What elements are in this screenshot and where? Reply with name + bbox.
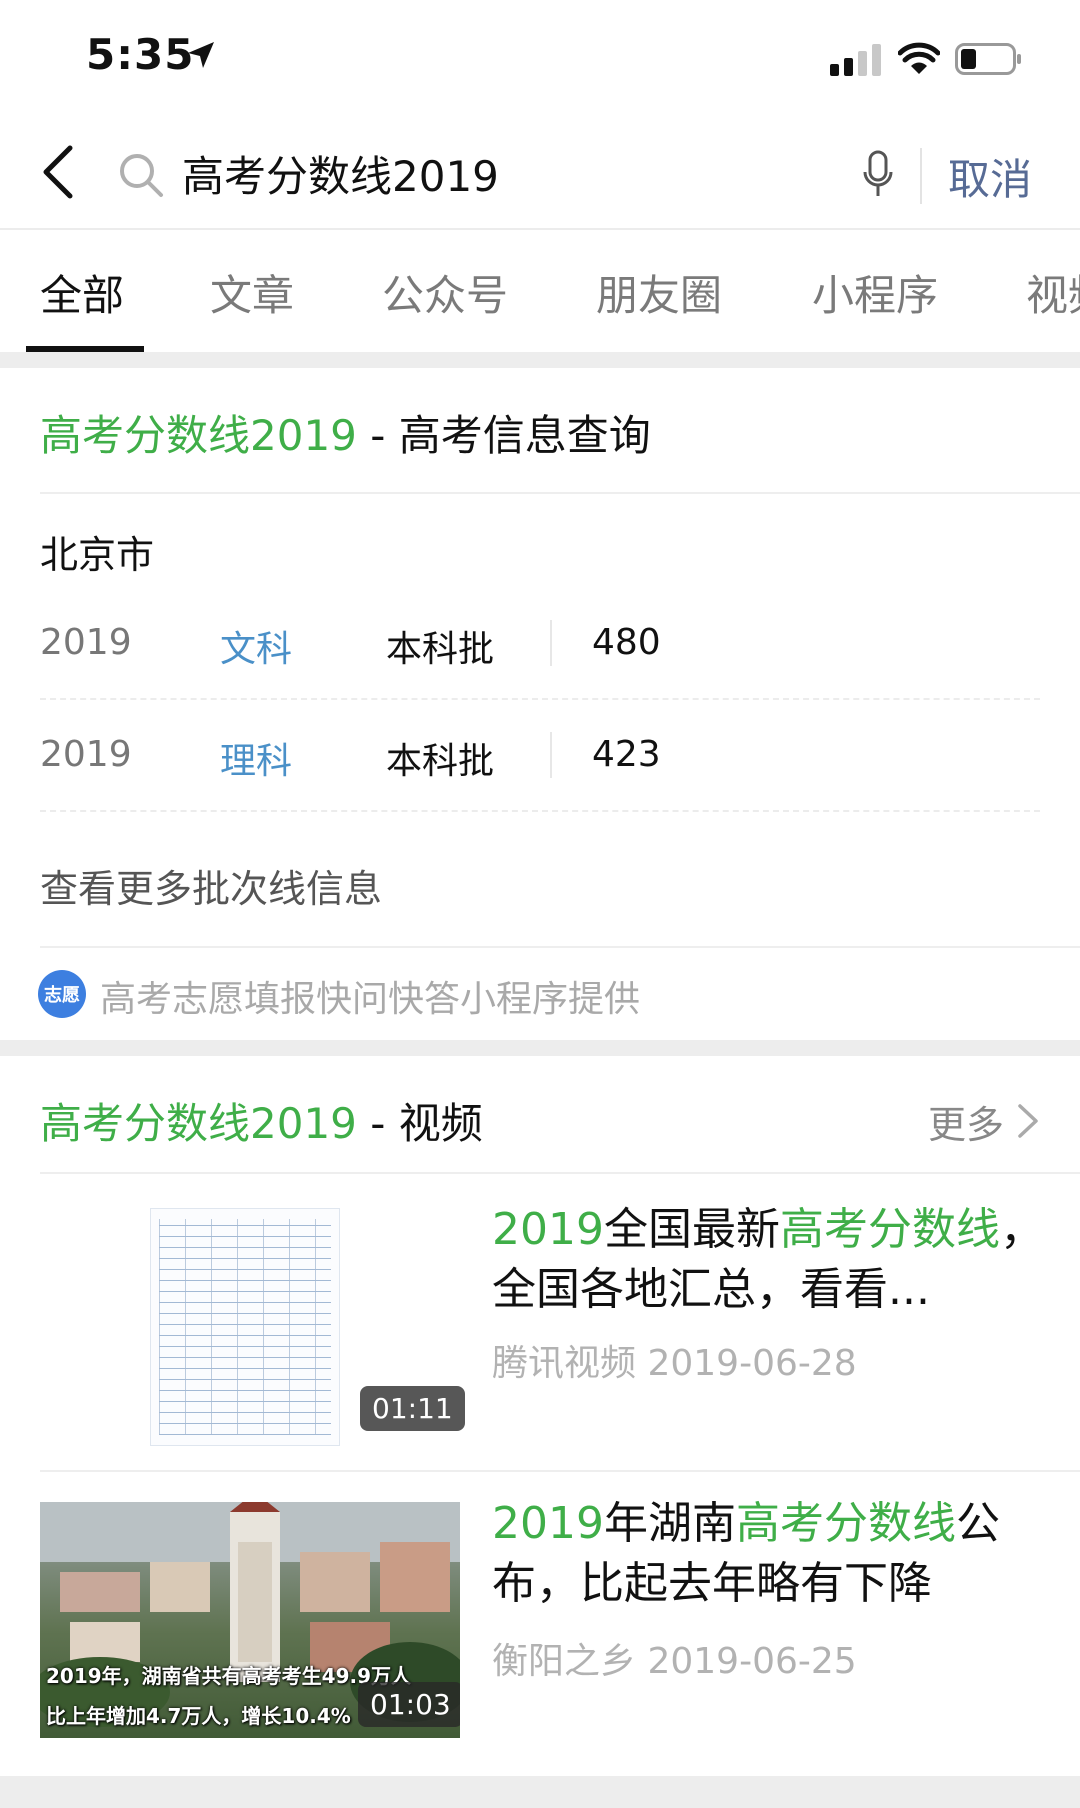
video-overlay-caption: 比上年增加4.7万人，增长10.4%	[46, 1704, 351, 1728]
row-score: 423	[592, 734, 661, 775]
row-batch: 本科批	[386, 741, 495, 782]
row-score: 480	[592, 622, 661, 663]
cancel-button[interactable]: 取消	[948, 146, 1032, 207]
video-meta: 衡阳之乡 2019-06-25	[492, 1632, 857, 1684]
video-duration: 01:03	[358, 1682, 460, 1727]
video-source: 衡阳之乡	[492, 1641, 637, 1682]
title-part: 全国最新	[603, 1204, 780, 1255]
title-part: 高考分数线	[735, 1498, 956, 1549]
battery-icon	[955, 43, 1021, 75]
score-card-title[interactable]: 高考分数线2019 - 高考信息查询	[40, 402, 651, 463]
score-card-title-highlight: 高考分数线2019	[40, 411, 357, 460]
more-batch-info-link[interactable]: 查看更多批次线信息	[40, 858, 382, 913]
video-date: 2019-06-25	[647, 1641, 857, 1682]
row-subject: 文科	[220, 629, 293, 670]
video-overlay-caption: 2019年，湖南省共有高考考生49.9万人	[46, 1664, 412, 1688]
section-gap	[0, 1040, 1080, 1056]
location-arrow-icon	[188, 42, 214, 68]
header-divider	[0, 228, 1080, 230]
search-icon	[120, 154, 163, 197]
section-gap	[0, 1776, 1080, 1808]
divider	[40, 1470, 1080, 1472]
video-thumbnail[interactable]	[150, 1208, 340, 1446]
video-meta: 腾讯视频 2019-06-28	[492, 1334, 857, 1386]
divider	[40, 492, 1080, 494]
search-divider	[920, 148, 922, 204]
video-source: 腾讯视频	[492, 1343, 637, 1384]
section-gap	[0, 352, 1080, 368]
cellular-signal-icon	[830, 44, 881, 76]
divider	[40, 946, 1080, 948]
video-section-title-suffix: - 视频	[356, 1099, 483, 1148]
title-part: 2019	[492, 1204, 604, 1255]
row-separator	[40, 810, 1040, 812]
video-duration: 01:11	[360, 1386, 465, 1431]
search-input[interactable]: 高考分数线2019	[182, 143, 499, 204]
city-label: 北京市	[40, 533, 155, 577]
tab-mini-programs[interactable]: 小程序	[812, 262, 938, 323]
wifi-icon	[898, 42, 940, 74]
status-time: 5:35	[86, 30, 195, 79]
tab-moments[interactable]: 朋友圈	[596, 262, 722, 323]
divider	[40, 1172, 1080, 1174]
microphone-icon[interactable]	[862, 150, 894, 198]
video-date: 2019-06-28	[647, 1343, 857, 1384]
row-divider	[550, 732, 552, 778]
title-part: 2019	[492, 1498, 604, 1549]
title-part: 高考分数线	[779, 1204, 1000, 1255]
score-card-title-suffix: - 高考信息查询	[356, 411, 651, 460]
video-title[interactable]: 2019全国最新高考分数线，全国各地汇总，看看...	[492, 1200, 1052, 1320]
video-thumbnail[interactable]: 2019年，湖南省共有高考考生49.9万人 比上年增加4.7万人，增长10.4%…	[40, 1502, 460, 1738]
chevron-right-icon[interactable]	[1016, 1100, 1040, 1142]
video-section-title-highlight: 高考分数线2019	[40, 1099, 357, 1148]
mini-program-badge-icon: 志愿	[38, 970, 86, 1018]
video-section-title: 高考分数线2019 - 视频	[40, 1090, 483, 1151]
row-batch: 本科批	[386, 629, 495, 670]
tab-all[interactable]: 全部	[40, 262, 124, 323]
row-subject: 理科	[220, 741, 293, 782]
back-button[interactable]	[36, 140, 86, 204]
row-year: 2019	[40, 734, 132, 775]
row-year: 2019	[40, 622, 132, 663]
provider-text[interactable]: 高考志愿填报快问快答小程序提供	[100, 970, 640, 1022]
tab-articles[interactable]: 文章	[210, 262, 294, 323]
tab-videos[interactable]: 视频	[1026, 262, 1080, 323]
more-videos-link[interactable]: 更多	[928, 1094, 1004, 1149]
title-part: 年湖南	[603, 1498, 736, 1549]
tab-official-accounts[interactable]: 公众号	[382, 262, 508, 323]
row-divider	[550, 620, 552, 666]
row-separator	[40, 698, 1040, 700]
video-title[interactable]: 2019年湖南高考分数线公布，比起去年略有下降	[492, 1494, 1052, 1614]
